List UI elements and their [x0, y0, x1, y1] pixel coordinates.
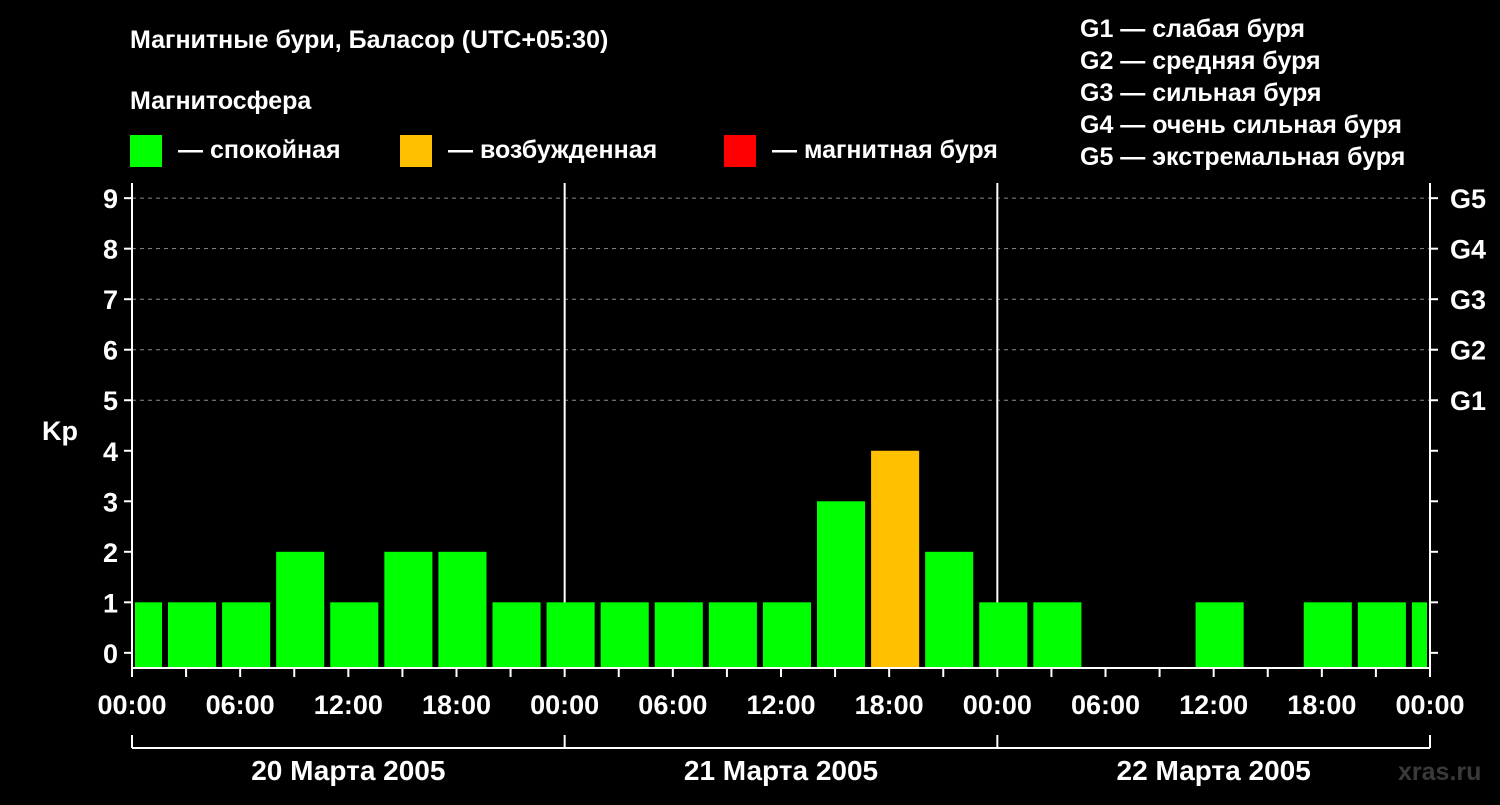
- x-tick-label: 18:00: [422, 690, 491, 720]
- kp-bar: [708, 602, 757, 668]
- x-tick-label: 06:00: [1071, 690, 1140, 720]
- x-tick-label: 12:00: [314, 690, 383, 720]
- right-tick-label: G2: [1450, 336, 1486, 366]
- x-tick-label: 06:00: [206, 690, 275, 720]
- kp-bar: [762, 602, 811, 668]
- storm-scale-g3: G3 — сильная буря: [1080, 79, 1322, 107]
- legend-label-active: — возбужденная: [448, 136, 657, 164]
- kp-bar: [1357, 602, 1406, 668]
- kp-bar: [222, 602, 271, 668]
- kp-bar: [1303, 602, 1352, 668]
- right-tick-label: G3: [1450, 285, 1486, 315]
- storm-scale-g2: G2 — средняя буря: [1080, 47, 1321, 75]
- kp-bar: [654, 602, 703, 668]
- storm-scale-g4: G4 — очень сильная буря: [1080, 111, 1402, 139]
- storm-scale-g5: G5 — экстремальная буря: [1080, 143, 1405, 171]
- y-axis-label: Kp: [42, 416, 78, 446]
- y-tick-label: 4: [103, 437, 118, 467]
- x-tick-label: 12:00: [746, 690, 815, 720]
- x-tick-label: 06:00: [638, 690, 707, 720]
- kp-bar: [330, 602, 379, 668]
- day-label: 22 Марта 2005: [1117, 755, 1311, 786]
- y-tick-label: 9: [103, 184, 118, 214]
- y-tick-label: 0: [103, 639, 118, 669]
- x-tick-label: 00:00: [97, 690, 166, 720]
- x-tick-label: 00:00: [1395, 690, 1464, 720]
- x-tick-label: 00:00: [530, 690, 599, 720]
- day-label: 21 Марта 2005: [684, 755, 878, 786]
- legend-swatch-storm: [724, 135, 756, 167]
- y-tick-label: 2: [103, 538, 118, 568]
- right-tick-label: G5: [1450, 184, 1486, 214]
- y-tick-label: 6: [103, 336, 118, 366]
- legend-title: Магнитосфера: [130, 87, 312, 115]
- y-tick-label: 7: [103, 285, 118, 315]
- kp-bar: [276, 551, 325, 668]
- kp-bar: [816, 501, 866, 668]
- y-tick-label: 5: [103, 386, 118, 416]
- right-tick-label: G1: [1450, 386, 1486, 416]
- kp-bar: [1411, 602, 1427, 668]
- kp-bar: [1195, 602, 1244, 668]
- kp-bar: [925, 551, 974, 668]
- day-label: 20 Марта 2005: [251, 755, 445, 786]
- kp-bar: [135, 602, 162, 668]
- kp-bar: [438, 551, 487, 668]
- watermark: xras.ru: [1398, 758, 1481, 786]
- kp-bar: [600, 602, 649, 668]
- storm-scale-g1: G1 — слабая буря: [1080, 15, 1305, 43]
- chart-title: Магнитные бури, Баласор (UTC+05:30): [130, 26, 608, 54]
- right-tick-label: G4: [1450, 235, 1486, 265]
- kp-bar: [492, 602, 541, 668]
- x-tick-label: 18:00: [855, 690, 924, 720]
- kp-bar: [384, 551, 433, 668]
- legend-label-storm: — магнитная буря: [772, 136, 998, 164]
- kp-bar: [546, 602, 595, 668]
- x-tick-label: 12:00: [1179, 690, 1248, 720]
- kp-bar: [979, 602, 1028, 668]
- x-tick-label: 18:00: [1287, 690, 1356, 720]
- y-tick-label: 3: [103, 487, 118, 517]
- x-tick-label: 00:00: [963, 690, 1032, 720]
- y-tick-label: 1: [103, 588, 118, 618]
- y-tick-label: 8: [103, 235, 118, 265]
- kp-chart: Магнитные бури, Баласор (UTC+05:30) Магн…: [0, 0, 1500, 800]
- kp-bar: [1033, 602, 1082, 668]
- kp-bar: [167, 602, 217, 668]
- legend-swatch-quiet: [130, 135, 162, 167]
- kp-bar: [871, 450, 920, 668]
- legend-swatch-active: [400, 135, 432, 167]
- legend-label-quiet: — спокойная: [178, 136, 341, 164]
